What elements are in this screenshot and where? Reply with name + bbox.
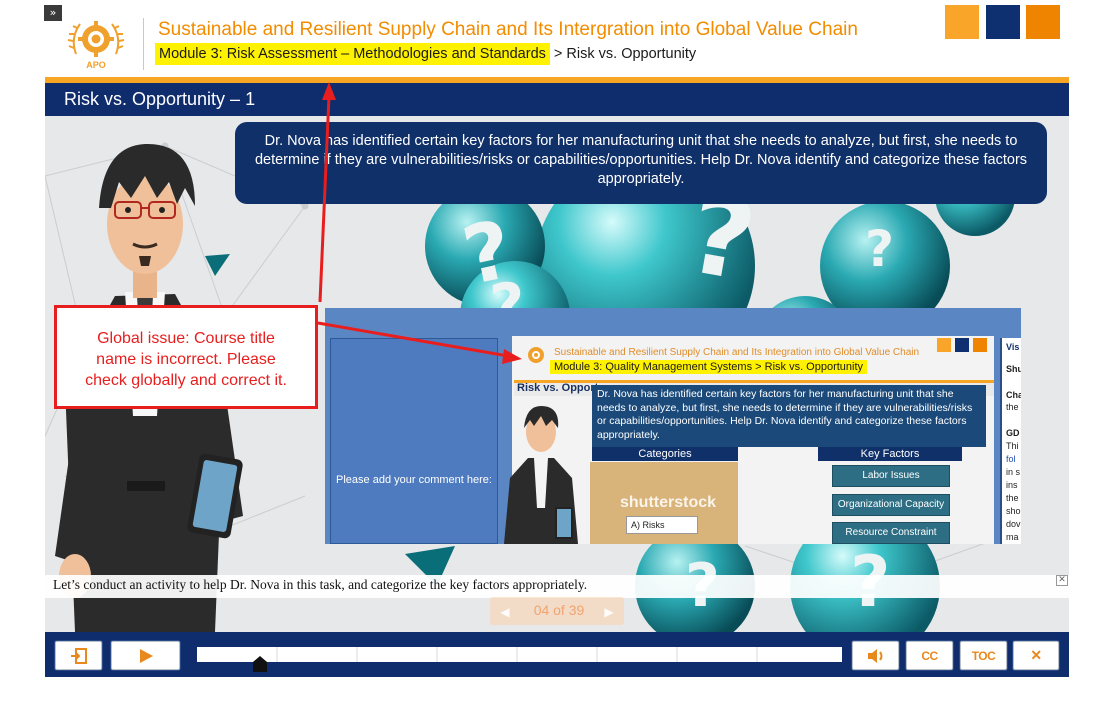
close-icon: ✕ — [1030, 647, 1042, 663]
table-of-contents-button[interactable]: TOC — [960, 641, 1007, 670]
slide-counter: 04 of 39 — [533, 602, 585, 618]
closed-caption: Let’s conduct an activity to help Dr. No… — [45, 575, 1069, 598]
annotation-text: Global issue: Course title name is incor… — [85, 330, 287, 389]
volume-icon — [867, 648, 882, 663]
caption-close-button[interactable]: ✕ — [1056, 575, 1068, 586]
previous-slide-button[interactable]: ◀ — [494, 602, 516, 622]
next-slide-button[interactable]: ▶ — [598, 602, 620, 622]
seek-handle[interactable] — [253, 656, 267, 672]
play-button[interactable] — [111, 641, 180, 670]
cc-label: CC — [921, 648, 938, 663]
volume-button[interactable] — [852, 641, 899, 670]
close-button[interactable]: ✕ — [1013, 641, 1059, 670]
toc-label: TOC — [971, 648, 996, 663]
review-annotation: Global issue: Course title name is incor… — [54, 305, 318, 409]
closed-captions-button[interactable]: CC — [906, 641, 953, 670]
play-icon — [139, 648, 153, 663]
seek-bar-ticks — [276, 647, 758, 662]
exit-button[interactable] — [55, 641, 102, 670]
exit-icon — [70, 647, 87, 664]
